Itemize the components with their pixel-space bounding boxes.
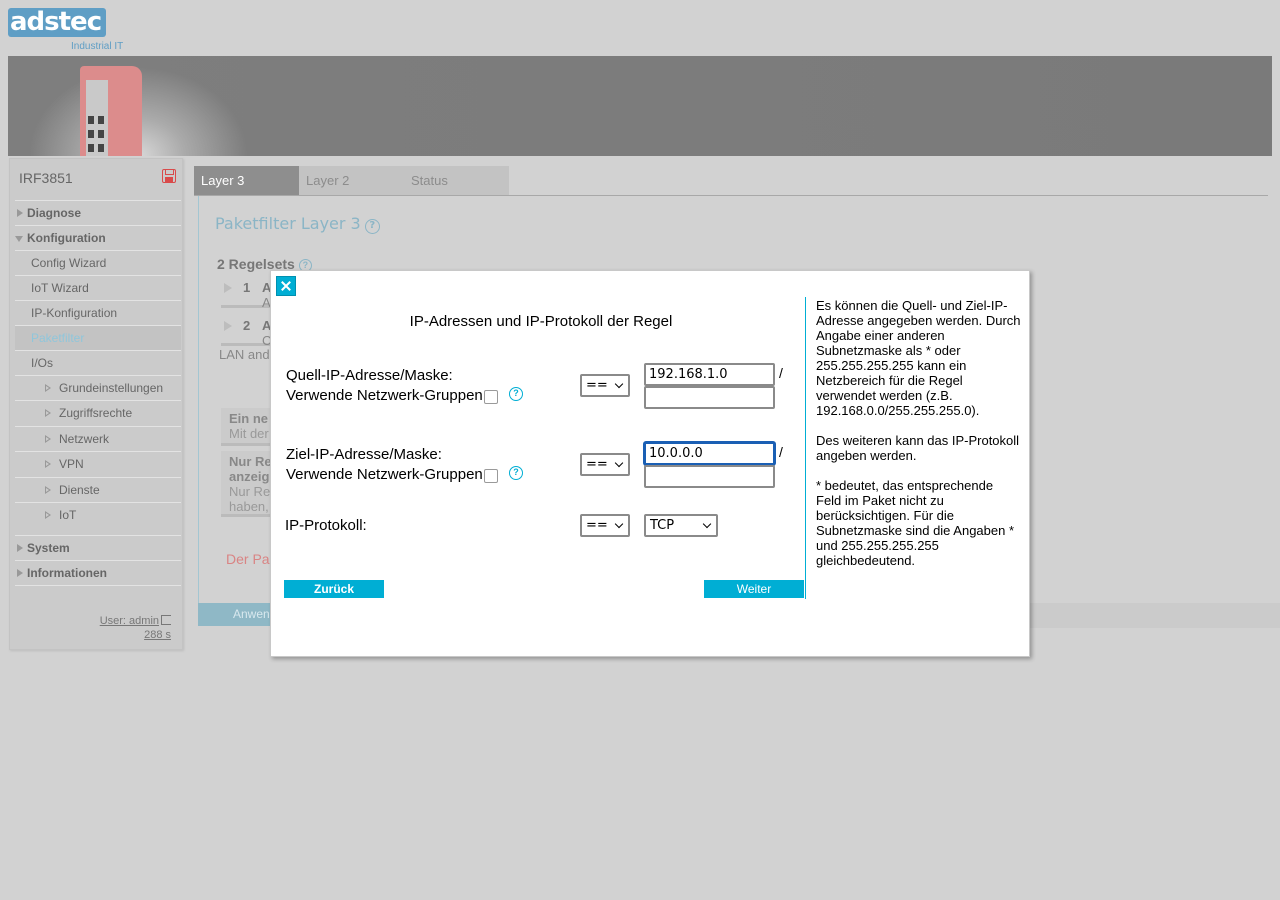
logo-wordmark: adstec [8, 8, 106, 37]
expand-arrow-icon [45, 460, 51, 468]
help-icon[interactable]: ? [509, 466, 523, 480]
mask-separator: / [779, 365, 783, 381]
sidebar-item-iot-wizard[interactable]: IoT Wizard [15, 275, 181, 300]
expand-arrow-icon [17, 544, 23, 552]
expand-arrow-icon[interactable] [224, 283, 232, 293]
device-image [80, 66, 142, 156]
dest-groups-checkbox[interactable] [484, 469, 498, 483]
sidebar: IRF3851 Diagnose Konfiguration Config Wi… [9, 158, 183, 650]
dialog-divider [805, 297, 806, 599]
protocol-operator-select[interactable]: == [580, 514, 630, 537]
sidebar-item-grundeinstellungen[interactable]: Grundeinstellungen [15, 375, 181, 400]
expand-arrow-icon [45, 486, 51, 494]
sidebar-divider [15, 585, 181, 586]
ip-rule-dialog: IP-Adressen und IP-Protokoll der Regel Q… [270, 270, 1030, 657]
help-paragraph: Des weiteren kann das IP-Protokoll angeb… [816, 433, 1020, 463]
sidebar-item-vpn[interactable]: VPN [15, 451, 181, 476]
dest-groups-label: Verwende Netzwerk-Gruppen [286, 466, 483, 483]
expand-arrow-icon [45, 435, 51, 443]
protocol-select[interactable]: TCP [644, 514, 718, 537]
collapse-arrow-icon [15, 236, 23, 242]
sidebar-item-informationen[interactable]: Informationen [15, 560, 181, 585]
source-ip-input[interactable]: 192.168.1.0 [644, 363, 775, 386]
tab-layer-3[interactable]: Layer 3 [194, 166, 299, 196]
next-button[interactable]: Weiter [704, 580, 804, 598]
header-banner [8, 56, 1272, 156]
help-icon[interactable]: ? [509, 387, 523, 401]
back-button[interactable]: Zurück [284, 580, 384, 598]
close-icon[interactable] [276, 276, 296, 296]
chevron-down-icon [614, 519, 624, 529]
sidebar-item-zugriffsrechte[interactable]: Zugriffsrechte [15, 400, 181, 425]
expand-arrow-icon [45, 384, 51, 392]
dialog-title: IP-Adressen und IP-Protokoll der Regel [409, 313, 673, 330]
apply-button[interactable]: Anwen [198, 603, 278, 626]
logo-tagline: Industrial IT [71, 41, 124, 52]
expand-arrow-icon [45, 511, 51, 519]
warning-text: Der Pa [226, 551, 270, 567]
help-paragraph: Es können die Quell- und Ziel-IP-Adresse… [816, 298, 1021, 418]
sidebar-item-ip-konfiguration[interactable]: IP-Konfiguration [15, 300, 181, 325]
help-icon[interactable]: ? [364, 219, 380, 234]
expand-arrow-icon [45, 409, 51, 417]
sidebar-item-diagnose[interactable]: Diagnose [15, 200, 181, 225]
expand-arrow-icon[interactable] [224, 321, 232, 331]
session-timer: 288 s [144, 629, 171, 641]
help-paragraph: * bedeutet, das entsprechende Feld im Pa… [816, 478, 1015, 568]
dest-ip-input[interactable]: 10.0.0.0 [644, 442, 775, 465]
expand-arrow-icon [17, 209, 23, 217]
sidebar-item-iot[interactable]: IoT [15, 502, 181, 527]
chevron-down-icon [614, 458, 624, 468]
source-groups-checkbox[interactable] [484, 390, 498, 404]
sidebar-item-konfiguration[interactable]: Konfiguration [15, 225, 181, 250]
logout-icon[interactable] [161, 615, 171, 625]
dest-ip-label: Ziel-IP-Adresse/Maske: [286, 446, 442, 463]
protocol-label: IP-Protokoll: [285, 517, 367, 534]
source-ip-label: Quell-IP-Adresse/Maske: [286, 367, 453, 384]
sidebar-item-system[interactable]: System [15, 535, 181, 560]
sidebar-item-paketfilter[interactable]: Paketfilter [15, 325, 181, 350]
sidebar-item-config-wizard[interactable]: Config Wizard [15, 250, 181, 275]
source-mask-input[interactable] [644, 386, 775, 409]
dest-operator-select[interactable]: == [580, 453, 630, 476]
chevron-down-icon [702, 519, 712, 529]
tab-status[interactable]: Status [404, 166, 509, 196]
user-link[interactable]: User: admin [100, 615, 171, 627]
adstec-logo: adstec Industrial IT [8, 8, 138, 54]
expand-arrow-icon [17, 569, 23, 577]
mask-separator: / [779, 444, 783, 460]
page-title: Paketfilter Layer 3? [215, 214, 380, 234]
device-name: IRF3851 [19, 170, 73, 186]
ruleset-description: LAN and [219, 347, 270, 362]
dest-mask-input[interactable] [644, 465, 775, 488]
sidebar-item-dienste[interactable]: Dienste [15, 477, 181, 502]
sidebar-item-netzwerk[interactable]: Netzwerk [15, 426, 181, 451]
save-icon[interactable] [162, 169, 176, 183]
dialog-help-text: Es können die Quell- und Ziel-IP-Adresse… [816, 298, 1021, 583]
source-groups-label: Verwende Netzwerk-Gruppen [286, 387, 483, 404]
tab-layer-2[interactable]: Layer 2 [299, 166, 404, 196]
source-operator-select[interactable]: == [580, 374, 630, 397]
sidebar-item-ios[interactable]: I/Os [15, 350, 181, 375]
chevron-down-icon [614, 379, 624, 389]
